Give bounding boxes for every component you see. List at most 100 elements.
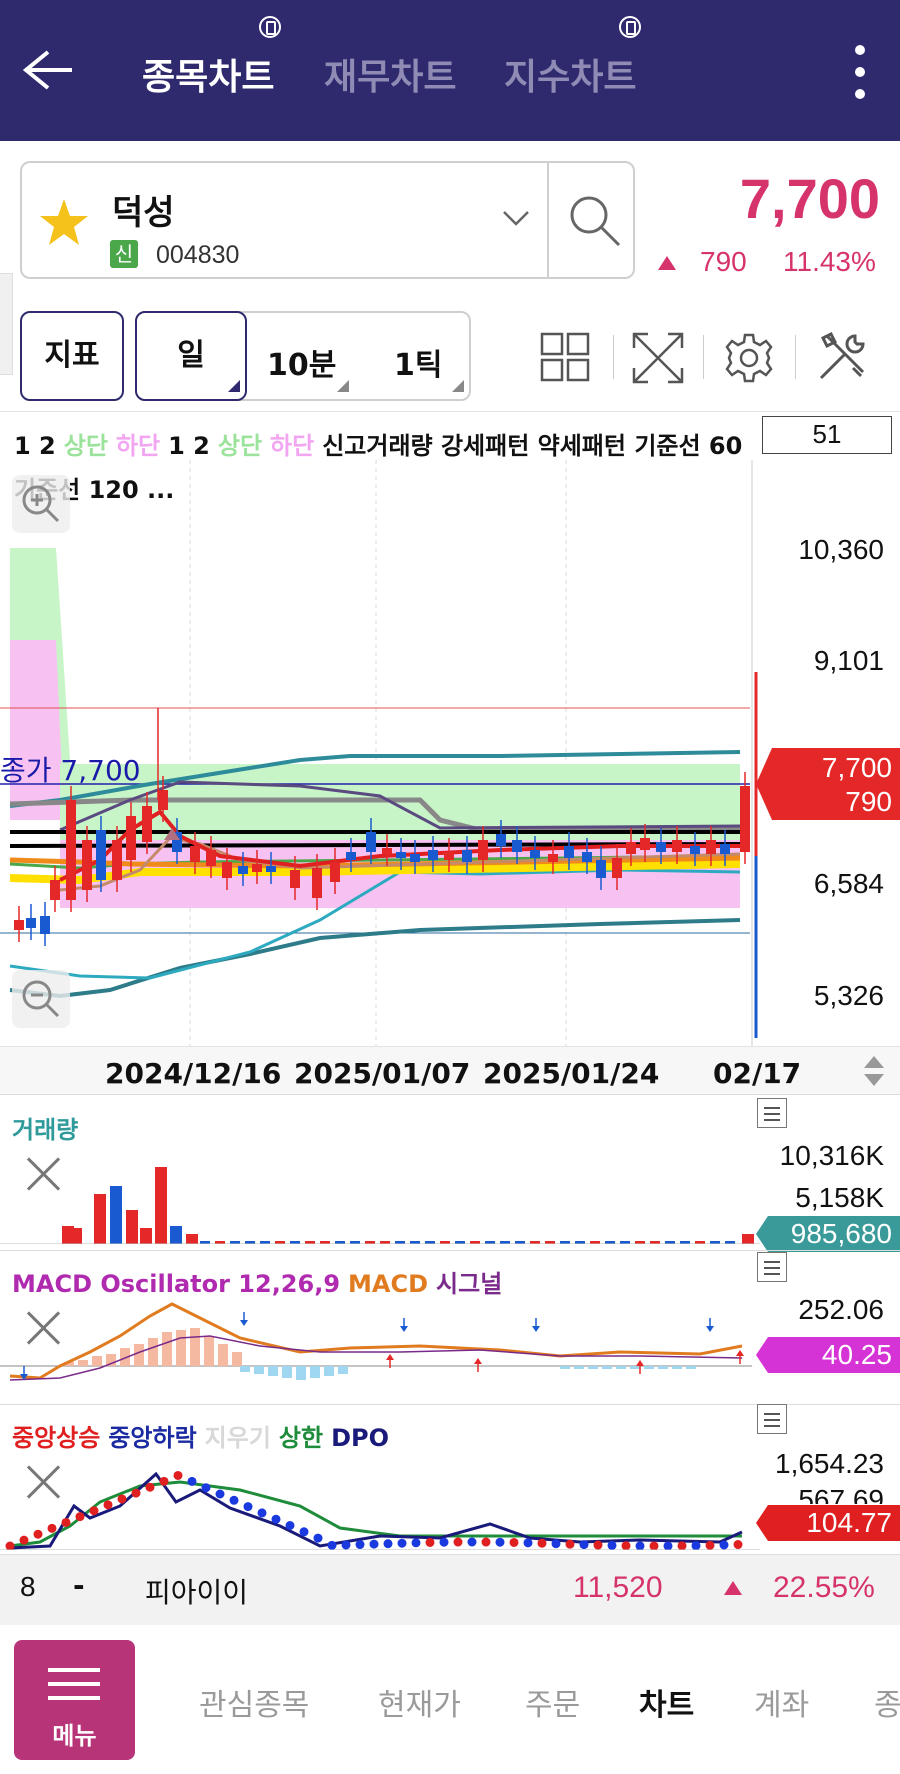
- signal-arrow: [240, 1320, 248, 1326]
- nav-watchlist[interactable]: 관심종목: [199, 1680, 309, 1724]
- legend-item[interactable]: 상단: [218, 432, 262, 460]
- current-price: 7,700: [739, 167, 880, 230]
- tab-stock-chart[interactable]: 종목차트: [142, 48, 274, 100]
- divider: [0, 411, 900, 412]
- nav-more-item[interactable]: 종: [874, 1680, 900, 1724]
- macd-bar: [616, 1366, 626, 1369]
- period-10min-button[interactable]: 10분: [267, 340, 336, 384]
- chevron-down-icon[interactable]: [502, 209, 530, 227]
- candle: [410, 854, 420, 862]
- tab-index-chart[interactable]: 지수차트: [504, 48, 636, 100]
- scroll-updown-icon[interactable]: [862, 1054, 886, 1088]
- candle: [126, 816, 136, 860]
- ticker-bar[interactable]: 8 - 피아이이 11,520 22.55%: [0, 1554, 900, 1626]
- period-1tick-button[interactable]: 1틱: [394, 340, 442, 384]
- candle: [564, 846, 574, 858]
- dpo-tick-clip: 567.69: [760, 1484, 900, 1504]
- new-badge: 신: [110, 240, 138, 268]
- dpo-dot: [565, 1539, 575, 1549]
- gear-icon[interactable]: [723, 332, 775, 384]
- legend-item[interactable]: 1 2: [14, 432, 56, 460]
- candle: [690, 846, 700, 854]
- legend-item[interactable]: 신고거래량 강세패턴 약세패턴 기준선 60: [322, 432, 742, 460]
- zoom-out-icon[interactable]: [12, 970, 70, 1028]
- more-menu-icon[interactable]: [852, 44, 868, 100]
- grid-layout-icon[interactable]: [540, 332, 590, 382]
- legend-item[interactable]: 1 2: [168, 432, 210, 460]
- legend-item[interactable]: MACD Oscillator 12,26,9: [12, 1270, 340, 1298]
- dpo-dot: [327, 1540, 337, 1550]
- macd-bar: [204, 1336, 214, 1366]
- side-handle[interactable]: [0, 273, 13, 375]
- candle: [462, 850, 472, 862]
- popup-icon[interactable]: [259, 16, 281, 38]
- panel-menu-icon[interactable]: [757, 1404, 787, 1434]
- dpo-dot: [663, 1541, 673, 1550]
- chart-legend[interactable]: 1 2 상단 하단 1 2 상단 하단 신고거래량 강세패턴 약세패턴 기준선 60: [14, 426, 750, 461]
- dpo-dot: [5, 1541, 15, 1550]
- zoom-in-icon[interactable]: [12, 475, 70, 533]
- x-axis-tick: 02/17: [713, 1057, 802, 1090]
- corner-indicator-icon: [337, 380, 349, 392]
- dpo-tick: 1,654.23: [775, 1448, 884, 1479]
- legend-item[interactable]: 하단: [270, 432, 314, 460]
- volume-chart[interactable]: [0, 1140, 760, 1244]
- tab-financial-chart[interactable]: 재무차트: [324, 48, 456, 100]
- period-count-input[interactable]: 51: [762, 416, 892, 454]
- nav-order[interactable]: 주문: [525, 1680, 580, 1724]
- star-icon[interactable]: [38, 197, 90, 247]
- indicator-button[interactable]: 지표: [20, 311, 124, 401]
- candle: [190, 846, 200, 862]
- macd-bar: [240, 1366, 250, 1372]
- volume-tag: 985,680: [790, 1218, 892, 1249]
- nav-current-price[interactable]: 현재가: [378, 1680, 461, 1724]
- dpo-dot: [677, 1541, 687, 1550]
- candle: [252, 864, 262, 872]
- dpo-dot: [635, 1541, 645, 1550]
- dpo-dot: [579, 1540, 589, 1550]
- candle: [366, 832, 376, 852]
- stock-selector[interactable]: 덕성 신 004830: [20, 161, 635, 279]
- macd-bar: [78, 1360, 88, 1366]
- dpo-dot: [397, 1538, 407, 1548]
- candle: [346, 852, 356, 860]
- macd-bar: [268, 1366, 278, 1376]
- macd-bar: [602, 1366, 612, 1369]
- volume-bar: [140, 1228, 152, 1244]
- dpo-dot: [257, 1508, 267, 1518]
- legend-item[interactable]: 하단: [116, 432, 160, 460]
- dpo-dot: [453, 1537, 463, 1547]
- candle: [582, 852, 592, 862]
- dpo-dot: [285, 1521, 295, 1530]
- dpo-dot: [131, 1488, 141, 1498]
- nav-chart[interactable]: 차트: [639, 1680, 694, 1724]
- legend-item[interactable]: 상단: [64, 432, 108, 460]
- macd-chart[interactable]: [0, 1296, 760, 1396]
- dpo-dot: [607, 1540, 617, 1550]
- legend-item[interactable]: 시그널: [436, 1270, 502, 1298]
- macd-bar: [282, 1366, 292, 1378]
- macd-bar: [92, 1356, 102, 1366]
- volume-bar: [155, 1167, 167, 1244]
- dpo-dot: [19, 1535, 29, 1545]
- legend-item[interactable]: MACD: [348, 1270, 428, 1298]
- menu-button[interactable]: 메뉴: [14, 1640, 135, 1760]
- macd-bar: [148, 1338, 158, 1366]
- search-icon[interactable]: [567, 193, 623, 249]
- panel-menu-icon[interactable]: [757, 1252, 787, 1282]
- candle: [444, 852, 454, 860]
- popup-icon[interactable]: [619, 16, 641, 38]
- dpo-dot: [523, 1538, 533, 1548]
- dpo-chart[interactable]: [0, 1446, 760, 1550]
- up-triangle-icon: [658, 256, 676, 270]
- dpo-dot: [243, 1502, 253, 1512]
- panel-menu-icon[interactable]: [757, 1098, 787, 1128]
- fullscreen-icon[interactable]: [632, 332, 684, 384]
- tools-icon[interactable]: [815, 330, 869, 384]
- nav-account[interactable]: 계좌: [754, 1680, 809, 1724]
- corner-indicator-icon: [452, 380, 464, 392]
- dpo-dot: [173, 1470, 183, 1480]
- back-arrow-icon[interactable]: [22, 48, 74, 92]
- candle: [428, 850, 438, 860]
- macd-title: MACD Oscillator 12,26,9 MACD 시그널: [12, 1264, 510, 1299]
